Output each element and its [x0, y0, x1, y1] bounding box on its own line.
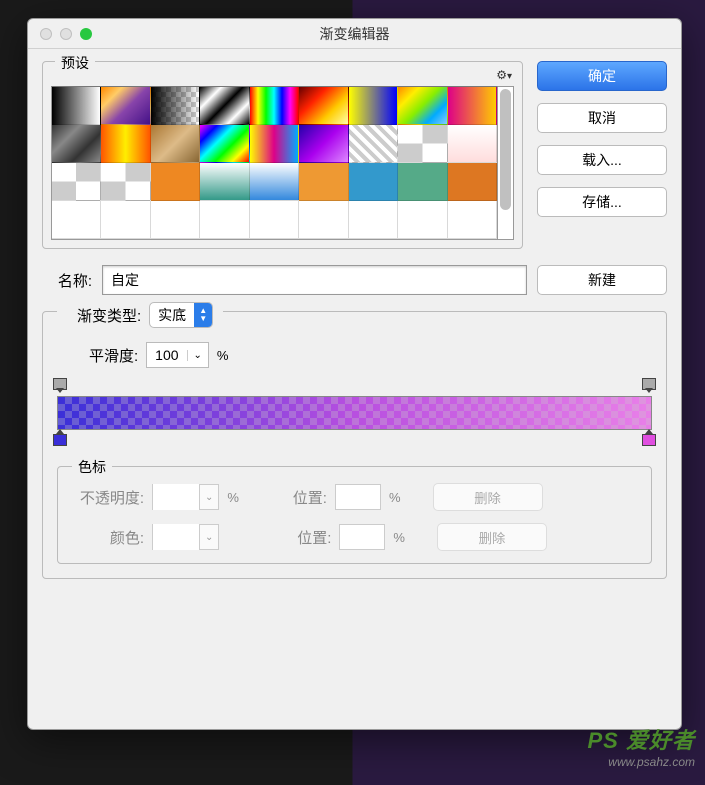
cancel-button[interactable]: 取消	[537, 103, 667, 133]
opacity-stop-left[interactable]	[53, 378, 67, 392]
preset-swatch[interactable]	[398, 163, 447, 201]
preset-swatch[interactable]	[299, 201, 348, 239]
new-button[interactable]: 新建	[537, 265, 667, 295]
preset-swatch[interactable]	[151, 163, 200, 201]
preset-swatch[interactable]	[349, 125, 398, 163]
preset-swatch[interactable]	[52, 125, 101, 163]
preset-swatch[interactable]	[398, 125, 447, 163]
preset-swatch[interactable]	[101, 163, 150, 201]
preset-swatch[interactable]	[250, 163, 299, 201]
preset-swatch[interactable]	[200, 163, 249, 201]
preset-swatch[interactable]	[349, 163, 398, 201]
dialog-title: 渐变编辑器	[28, 24, 681, 44]
watermark-ps: PS	[588, 728, 619, 753]
gradient-editor-dialog: 渐变编辑器 预设 ⚙▾ 确定 取消 载入... 存储...	[27, 18, 682, 730]
preset-swatch[interactable]	[200, 125, 249, 163]
delete-opacity-stop-button[interactable]: 删除	[433, 483, 543, 511]
presets-legend: 预设	[55, 53, 95, 73]
save-button[interactable]: 存储...	[537, 187, 667, 217]
preset-swatch[interactable]	[250, 87, 299, 125]
gradient-preview-bar[interactable]	[57, 396, 652, 430]
preset-swatch[interactable]	[52, 87, 101, 125]
stops-group: 色标 不透明度: ⌄ % 位置: % 删除 颜色:	[57, 466, 652, 564]
gradient-type-value: 实底	[150, 305, 194, 325]
scrollbar-thumb[interactable]	[500, 89, 511, 210]
preset-swatch[interactable]	[151, 125, 200, 163]
watermark: PS 爱好者 www.psahz.com	[588, 723, 696, 769]
opacity-position-input[interactable]	[335, 484, 381, 510]
chevron-down-icon: ⌄	[199, 485, 218, 509]
smoothness-unit: %	[217, 348, 229, 363]
preset-swatch[interactable]	[52, 163, 101, 201]
preset-swatch[interactable]	[299, 163, 348, 201]
gradient-editor-group: 渐变类型: 实底 ▲▼ 平滑度: 100 ⌄ %	[42, 311, 667, 579]
opacity-input[interactable]: ⌄	[152, 484, 219, 510]
ok-button[interactable]: 确定	[537, 61, 667, 91]
select-arrows-icon: ▲▼	[194, 303, 212, 327]
delete-color-stop-button[interactable]: 删除	[437, 523, 547, 551]
presets-menu-gear-icon[interactable]: ⚙▾	[494, 66, 514, 84]
preset-swatch[interactable]	[250, 125, 299, 163]
color-input[interactable]: ⌄	[152, 524, 219, 550]
gradient-type-select[interactable]: 实底 ▲▼	[149, 302, 213, 328]
preset-swatch[interactable]	[200, 87, 249, 125]
opacity-label: 不透明度:	[70, 487, 144, 508]
preset-swatch[interactable]	[398, 201, 447, 239]
position-unit: %	[393, 530, 405, 545]
presets-scrollbar[interactable]	[498, 86, 514, 240]
chevron-down-icon: ⌄	[187, 350, 208, 361]
preset-swatch[interactable]	[448, 163, 497, 201]
load-button[interactable]: 载入...	[537, 145, 667, 175]
preset-swatch[interactable]	[250, 201, 299, 239]
name-input[interactable]	[102, 265, 527, 295]
preset-swatch[interactable]	[151, 201, 200, 239]
preset-swatch[interactable]	[448, 201, 497, 239]
preset-swatch[interactable]	[101, 201, 150, 239]
preset-swatch[interactable]	[448, 87, 497, 125]
preset-swatch[interactable]	[349, 201, 398, 239]
opacity-stop-right[interactable]	[642, 378, 656, 392]
preset-swatch[interactable]	[101, 125, 150, 163]
smoothness-label: 平滑度:	[89, 345, 138, 366]
color-stop-right[interactable]	[642, 434, 656, 448]
preset-swatch[interactable]	[398, 87, 447, 125]
watermark-text: 爱好者	[626, 728, 695, 753]
color-stop-rail[interactable]	[57, 430, 652, 448]
preset-swatch[interactable]	[448, 125, 497, 163]
gradient-type-label: 渐变类型:	[77, 305, 141, 326]
preset-swatch[interactable]	[299, 125, 348, 163]
titlebar: 渐变编辑器	[28, 19, 681, 49]
chevron-down-icon: ⌄	[199, 525, 218, 549]
opacity-stop-rail[interactable]	[57, 378, 652, 396]
presets-group: 预设 ⚙▾	[42, 61, 523, 249]
color-stop-left[interactable]	[53, 434, 67, 448]
opacity-unit: %	[227, 490, 239, 505]
position-label: 位置:	[277, 487, 327, 508]
presets-grid	[51, 86, 498, 240]
stops-legend: 色标	[72, 457, 112, 477]
preset-swatch[interactable]	[101, 87, 150, 125]
preset-swatch[interactable]	[52, 201, 101, 239]
smoothness-value: 100	[147, 347, 186, 363]
smoothness-input[interactable]: 100 ⌄	[146, 342, 209, 368]
preset-swatch[interactable]	[151, 87, 200, 125]
position-unit: %	[389, 490, 401, 505]
position-label: 位置:	[281, 527, 331, 548]
preset-swatch[interactable]	[349, 87, 398, 125]
color-label: 颜色:	[70, 527, 144, 548]
preset-swatch[interactable]	[299, 87, 348, 125]
name-label: 名称:	[42, 270, 92, 291]
watermark-url: www.psahz.com	[588, 755, 696, 769]
preset-swatch[interactable]	[200, 201, 249, 239]
color-position-input[interactable]	[339, 524, 385, 550]
